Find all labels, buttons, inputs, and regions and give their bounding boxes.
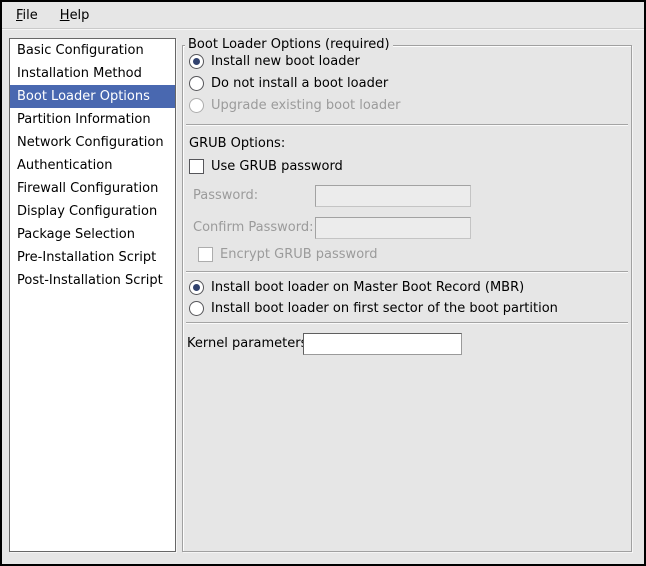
sidebar-item-authentication[interactable]: Authentication — [10, 154, 175, 177]
kernel-parameters-label-row: Kernel parameters: — [187, 335, 312, 352]
radio-label: Do not install a boot loader — [211, 76, 388, 91]
radio-install-on-first-sector[interactable] — [189, 301, 204, 316]
menu-file-rest: ile — [23, 8, 38, 23]
encrypt-grub-password-label: Encrypt GRUB password — [220, 247, 378, 262]
password-input — [315, 185, 471, 207]
sidebar-item-post-installation-script[interactable]: Post-Installation Script — [10, 269, 175, 292]
encrypt-grub-password-row: Encrypt GRUB password — [198, 246, 378, 263]
password-label-row: Password: — [193, 187, 258, 204]
confirm-password-label: Confirm Password: — [193, 220, 313, 235]
menu-file[interactable]: File — [12, 6, 42, 25]
confirm-password-input — [315, 217, 471, 239]
radio-row-first-sector[interactable]: Install boot loader on first sector of t… — [189, 300, 558, 317]
sidebar-item-installation-method[interactable]: Installation Method — [10, 62, 175, 85]
encrypt-grub-password-checkbox — [198, 247, 213, 262]
sidebar-item-pre-installation-script[interactable]: Pre-Installation Script — [10, 246, 175, 269]
sidebar-item-network-configuration[interactable]: Network Configuration — [10, 131, 175, 154]
sidebar-item-boot-loader-options[interactable]: Boot Loader Options — [10, 85, 175, 108]
frame-title: Boot Loader Options (required) — [185, 37, 393, 52]
radio-install-on-mbr[interactable] — [189, 280, 204, 295]
boot-loader-options-frame: Boot Loader Options (required) Install n… — [182, 45, 632, 552]
use-grub-password-row[interactable]: Use GRUB password — [189, 158, 343, 175]
grub-options-label: GRUB Options: — [189, 136, 285, 151]
use-grub-password-label: Use GRUB password — [211, 159, 343, 174]
kernel-parameters-label: Kernel parameters: — [187, 336, 312, 351]
sidebar-item-partition-information[interactable]: Partition Information — [10, 108, 175, 131]
radio-label: Install boot loader on Master Boot Recor… — [211, 280, 524, 295]
separator — [186, 322, 628, 324]
confirm-password-label-row: Confirm Password: — [193, 219, 313, 236]
grub-options-heading: GRUB Options: — [189, 135, 285, 152]
kickstart-configurator-window: File Help Basic Configuration Installati… — [0, 0, 646, 566]
radio-label: Install new boot loader — [211, 54, 360, 69]
radio-row-install-new[interactable]: Install new boot loader — [189, 53, 360, 70]
menubar: File Help — [2, 2, 644, 29]
radio-install-new-boot-loader[interactable] — [189, 54, 204, 69]
menu-help-rest: elp — [70, 8, 90, 23]
radio-row-mbr[interactable]: Install boot loader on Master Boot Recor… — [189, 279, 524, 296]
sidebar-item-basic-configuration[interactable]: Basic Configuration — [10, 39, 175, 62]
radio-label: Upgrade existing boot loader — [211, 98, 400, 113]
password-label: Password: — [193, 188, 258, 203]
menu-help[interactable]: Help — [56, 6, 94, 25]
radio-upgrade-existing-boot-loader — [189, 98, 204, 113]
separator — [186, 271, 628, 273]
sidebar-item-package-selection[interactable]: Package Selection — [10, 223, 175, 246]
sidebar-item-firewall-configuration[interactable]: Firewall Configuration — [10, 177, 175, 200]
use-grub-password-checkbox[interactable] — [189, 159, 204, 174]
separator — [186, 124, 628, 126]
radio-label: Install boot loader on first sector of t… — [211, 301, 558, 316]
radio-row-upgrade-existing: Upgrade existing boot loader — [189, 97, 400, 114]
radio-row-do-not-install[interactable]: Do not install a boot loader — [189, 75, 388, 92]
radio-do-not-install-boot-loader[interactable] — [189, 76, 204, 91]
sidebar-item-display-configuration[interactable]: Display Configuration — [10, 200, 175, 223]
menu-help-accel: H — [60, 8, 70, 23]
kernel-parameters-input[interactable] — [303, 333, 462, 355]
section-list: Basic Configuration Installation Method … — [9, 38, 176, 552]
